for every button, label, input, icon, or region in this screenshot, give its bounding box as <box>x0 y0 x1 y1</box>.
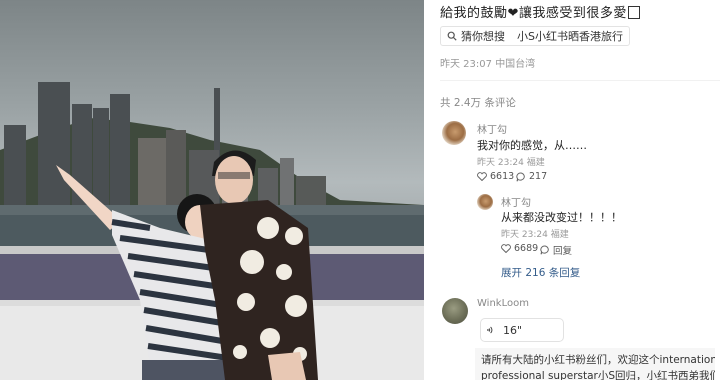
search-chip-label: 猜你想搜 <box>461 30 505 43</box>
comment-time: 昨天 23:24 <box>477 158 524 168</box>
post-location: 中国台湾 <box>495 59 536 70</box>
caption-suffix: 讓我感受到很多愛 <box>518 6 627 21</box>
comment-bubble-icon <box>540 245 549 255</box>
post-time: 昨天 23:07 <box>440 59 492 70</box>
avatar[interactable] <box>477 194 493 210</box>
caption-text: 給我的鼓勵 <box>440 6 508 21</box>
voice-duration: 16" <box>503 323 523 337</box>
comment-count: 共 2.4万 条评论 <box>440 97 516 109</box>
skyline <box>4 82 326 207</box>
comment-author[interactable]: 林丁勾 <box>477 121 507 136</box>
transcript-line: 请所有大陆的小红书粉丝们，欢迎这个international <box>481 354 715 366</box>
like-button[interactable]: 6689 <box>501 243 538 254</box>
reply-author[interactable]: 林丁勾 <box>501 194 531 209</box>
voice-transcript: 请所有大陆的小红书粉丝们，欢迎这个international professio… <box>475 348 715 380</box>
post-photo[interactable] <box>0 0 424 380</box>
post-timestamp: 昨天 23:07 中国台湾 <box>440 55 535 70</box>
comment-text: 我对你的感觉，从…… <box>477 139 587 152</box>
like-count: 6689 <box>514 243 539 254</box>
transcript-line: professional superstar小S回归，小红书西弟我们爱 <box>481 370 715 380</box>
post-detail-panel: 給我的鼓勵❤讓我感受到很多愛 猜你想搜 小S小红书晒香港旅行 昨天 23:07 … <box>424 0 720 380</box>
post-caption: 給我的鼓勵❤讓我感受到很多愛 <box>440 2 640 21</box>
audio-wave-icon <box>487 326 493 334</box>
avatar[interactable] <box>442 121 466 145</box>
like-count: 6613 <box>490 171 515 182</box>
expand-replies-link[interactable]: 展开 216 条回复 <box>501 265 580 280</box>
comment-location: 福建 <box>526 158 545 168</box>
harbour-photo-illustration <box>0 82 424 380</box>
reply-button[interactable]: 217 <box>516 171 547 182</box>
comment-bubble-icon <box>516 171 525 181</box>
reply-meta: 昨天 23:24 福建 <box>501 227 569 240</box>
heart-icon <box>477 172 487 181</box>
reply-label: 回复 <box>553 246 573 257</box>
reply-count: 217 <box>529 171 548 182</box>
reply-time: 昨天 23:24 <box>501 230 548 240</box>
comment-meta: 昨天 23:24 福建 <box>477 155 545 168</box>
search-chip-query: 小S小红书晒香港旅行 <box>517 30 623 43</box>
unrendered-glyph-box <box>627 6 640 19</box>
heart-icon <box>501 244 511 253</box>
reply-button[interactable]: 回复 <box>540 243 572 257</box>
related-search-chip[interactable]: 猜你想搜 小S小红书晒香港旅行 <box>440 26 630 46</box>
reply-location: 福建 <box>550 230 569 240</box>
reply-text: 从来都没改变过！！！！ <box>501 211 622 224</box>
avatar[interactable] <box>442 298 468 324</box>
divider <box>440 80 720 81</box>
voice-message[interactable]: 16" <box>480 318 564 342</box>
search-icon <box>447 31 457 41</box>
comment-author[interactable]: WinkLoom <box>477 298 529 309</box>
like-button[interactable]: 6613 <box>477 171 514 182</box>
heart-emoji: ❤ <box>507 6 519 21</box>
